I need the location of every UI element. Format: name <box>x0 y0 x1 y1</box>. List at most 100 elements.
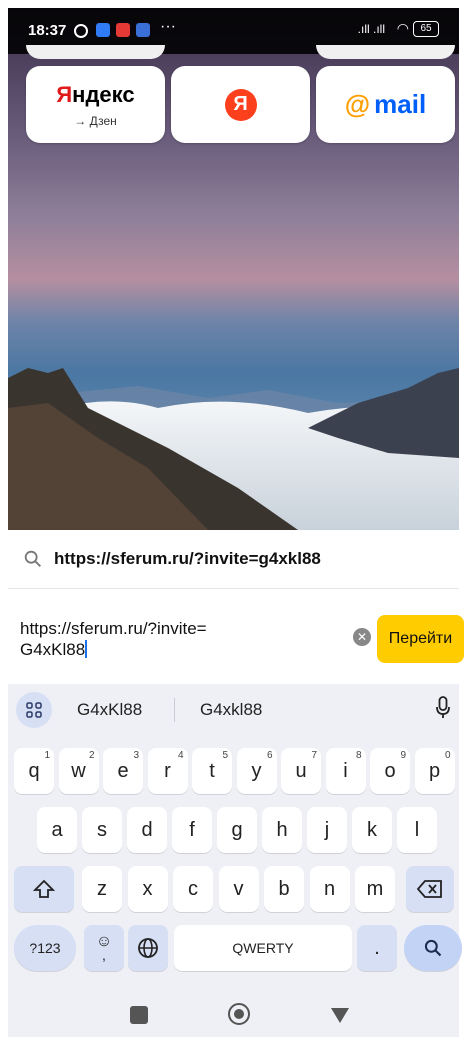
more-notifications-icon: ··· <box>160 18 176 35</box>
microphone-icon[interactable] <box>436 696 450 720</box>
key-l-label: l <box>414 818 420 841</box>
key-m-label: m <box>366 877 384 900</box>
key-i[interactable]: i8 <box>325 748 366 794</box>
key-s-label: s <box>97 818 107 841</box>
key-b-label: b <box>278 877 290 900</box>
key-e-label: e <box>117 759 129 782</box>
search-icon <box>24 550 41 567</box>
key-p-label: p <box>428 759 441 782</box>
key-e[interactable]: e3 <box>103 748 143 794</box>
suggestion-divider <box>174 698 175 722</box>
key-a[interactable]: a <box>37 807 77 853</box>
key-z[interactable]: z <box>82 866 122 912</box>
key-n-label: n <box>323 877 336 900</box>
back-button[interactable] <box>330 1006 350 1024</box>
key-u-label: u <box>295 759 307 782</box>
key-z-label: z <box>97 877 107 900</box>
key-f-label: f <box>189 818 195 841</box>
period-key[interactable]: . <box>357 925 397 971</box>
keyboard-suggestion-bar: G4xKl88 G4xkl88 <box>8 684 459 734</box>
key-b[interactable]: b <box>264 866 304 912</box>
key-r[interactable]: r4 <box>147 748 188 794</box>
key-u[interactable]: u7 <box>281 748 321 794</box>
key-c[interactable]: c <box>173 866 213 912</box>
keyboard-suggestion[interactable]: G4xKl88 <box>77 700 142 720</box>
key-s[interactable]: s <box>82 807 122 853</box>
backspace-key[interactable] <box>406 866 454 912</box>
key-o-label: o <box>384 759 396 782</box>
key-f[interactable]: f <box>172 807 212 853</box>
key-j[interactable]: j <box>307 807 347 853</box>
battery-icon: 65 <box>413 21 439 37</box>
language-key[interactable] <box>128 925 168 971</box>
notification-app-icon <box>116 23 130 37</box>
key-r-label: r <box>164 759 171 782</box>
shift-key[interactable] <box>14 866 74 912</box>
key-p[interactable]: p0 <box>414 748 455 794</box>
key-q-hint: 1 <box>44 750 50 761</box>
signal-icon: .ıll .ıll <box>357 22 385 36</box>
key-y-label: y <box>251 759 262 782</box>
speed-dial-yandex[interactable]: Яндекс → Дзен <box>26 66 165 143</box>
recent-apps-button[interactable] <box>130 1006 148 1024</box>
keyboard-apps-button[interactable] <box>16 692 52 728</box>
clear-input-button[interactable]: ✕ <box>353 628 371 646</box>
key-i-hint: 8 <box>355 750 362 761</box>
key-q[interactable]: q1 <box>14 748 54 794</box>
message-app-icon <box>96 23 110 37</box>
url-suggestion-row[interactable]: https://sferum.ru/?invite=g4xkl88 <box>8 530 459 589</box>
shift-icon <box>33 879 55 898</box>
wifi-icon: ◠ <box>396 20 409 36</box>
emoji-key[interactable]: ☺ , <box>84 925 124 971</box>
key-w-label: w <box>71 759 86 782</box>
key-e-hint: 3 <box>133 750 139 761</box>
key-r-hint: 4 <box>177 750 184 761</box>
key-l[interactable]: l <box>397 807 437 853</box>
key-v[interactable]: v <box>218 866 259 912</box>
key-t-hint: 5 <box>222 750 228 761</box>
speed-dial-ya[interactable]: Я <box>171 66 310 143</box>
address-input[interactable]: https://sferum.ru/?invite= G4xKl88 <box>20 618 320 660</box>
key-p-hint: 0 <box>444 750 451 761</box>
system-navigation-bar <box>8 992 459 1037</box>
key-t-label: t <box>209 759 215 782</box>
mail-logo: @ mail <box>344 89 427 119</box>
home-button[interactable] <box>228 1003 250 1025</box>
key-w-hint: 2 <box>88 750 95 761</box>
ya-logo-icon: Я <box>224 88 257 121</box>
key-x[interactable]: x <box>127 866 168 912</box>
key-j-label: j <box>324 818 330 841</box>
key-g[interactable]: g <box>217 807 257 853</box>
browser-new-tab-background: 18:37 ··· .ıll .ıll ◠ 65 Яндекс → Дзен Я… <box>8 8 459 530</box>
close-icon: ✕ <box>356 630 368 644</box>
text-caret <box>85 640 88 658</box>
key-t[interactable]: t5 <box>192 748 232 794</box>
key-d[interactable]: d <box>127 807 167 853</box>
globe-icon <box>138 938 158 958</box>
key-o[interactable]: o9 <box>370 748 410 794</box>
key-d-label: d <box>141 818 153 841</box>
key-k[interactable]: k <box>352 807 392 853</box>
backspace-icon <box>417 880 442 898</box>
keyboard-suggestion[interactable]: G4xkl88 <box>200 700 262 720</box>
speed-dial-mail[interactable]: @ mail <box>316 66 455 143</box>
key-n[interactable]: n <box>309 866 350 912</box>
key-w[interactable]: w2 <box>58 748 99 794</box>
key-h-label: h <box>276 818 288 841</box>
key-m[interactable]: m <box>355 866 395 912</box>
key-k-label: k <box>367 818 377 841</box>
space-key[interactable]: QWERTY <box>174 925 352 971</box>
key-y[interactable]: y6 <box>236 748 277 794</box>
speed-dial-tile-hidden[interactable] <box>316 45 455 59</box>
suggestion-text: https://sferum.ru/?invite=g4xkl88 <box>54 549 321 568</box>
key-c-label: c <box>188 877 198 900</box>
key-h[interactable]: h <box>262 807 302 853</box>
key-u-hint: 7 <box>311 750 317 761</box>
key-y-hint: 6 <box>266 750 273 761</box>
symbols-key[interactable]: ?123 <box>14 925 76 971</box>
search-key[interactable] <box>404 925 462 971</box>
speed-dial-tile-hidden[interactable] <box>26 45 165 59</box>
key-a-label: a <box>51 818 63 841</box>
search-icon <box>424 939 442 957</box>
go-button[interactable]: Перейти <box>377 615 464 663</box>
